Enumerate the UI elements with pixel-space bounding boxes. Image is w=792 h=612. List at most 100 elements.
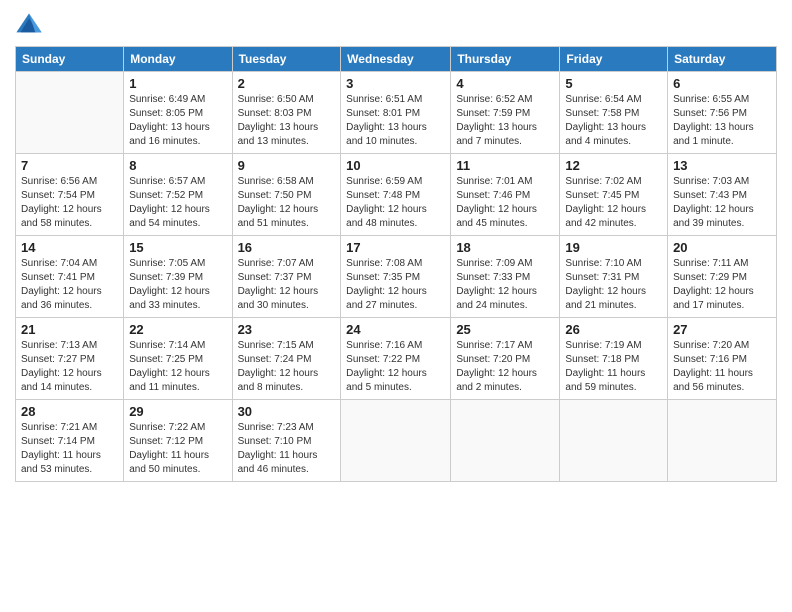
- day-cell: 10 Sunrise: 6:59 AMSunset: 7:48 PMDayligh…: [341, 154, 451, 236]
- logo-icon: [15, 10, 43, 38]
- day-number: 17: [346, 240, 445, 255]
- day-number: 27: [673, 322, 771, 337]
- day-info: Sunrise: 7:07 AMSunset: 7:37 PMDaylight:…: [238, 257, 336, 313]
- day-info: Sunrise: 7:05 AMSunset: 7:39 PMDaylight:…: [129, 257, 226, 313]
- week-row-3: 14Sunrise: 7:04 AMSunset: 7:41 PMDayligh…: [16, 236, 777, 318]
- day-info: Sunrise: 7:21 AMSunset: 7:14 PMDaylight:…: [21, 421, 118, 477]
- col-header-saturday: Saturday: [668, 47, 777, 72]
- day-number: 2: [238, 76, 336, 91]
- day-cell: 8 Sunrise: 6:57 AMSunset: 7:52 PMDaylight…: [124, 154, 232, 236]
- day-cell: 7 Sunrise: 6:56 AMSunset: 7:54 PMDaylight…: [16, 154, 124, 236]
- day-cell: 13Sunrise: 7:03 AMSunset: 7:43 PMDayligh…: [668, 154, 777, 236]
- day-number: 9: [238, 158, 336, 173]
- day-info: Sunrise: 6:58 AMSunset: 7:50 PMDaylight:…: [238, 175, 336, 231]
- day-cell: 4 Sunrise: 6:52 AMSunset: 7:59 PMDaylight…: [451, 72, 560, 154]
- header: [15, 10, 777, 38]
- day-info: Sunrise: 6:49 AMSunset: 8:05 PMDaylight:…: [129, 93, 226, 149]
- day-cell: [451, 400, 560, 482]
- day-cell: 27 Sunrise: 7:20 AMSunset: 7:16 PMDayligh…: [668, 318, 777, 400]
- day-cell: 24 Sunrise: 7:16 AMSunset: 7:22 PMDayligh…: [341, 318, 451, 400]
- day-number: 3: [346, 76, 445, 91]
- day-cell: 20 Sunrise: 7:11 AMSunset: 7:29 PMDayligh…: [668, 236, 777, 318]
- day-cell: 16 Sunrise: 7:07 AMSunset: 7:37 PMDayligh…: [232, 236, 341, 318]
- day-info: Sunrise: 7:11 AMSunset: 7:29 PMDaylight:…: [673, 257, 771, 313]
- col-header-friday: Friday: [560, 47, 668, 72]
- day-info: Sunrise: 7:19 AMSunset: 7:18 PMDaylight:…: [565, 339, 662, 395]
- day-cell: 5Sunrise: 6:54 AMSunset: 7:58 PMDaylight…: [560, 72, 668, 154]
- day-info: Sunrise: 6:56 AMSunset: 7:54 PMDaylight:…: [21, 175, 118, 231]
- day-cell: 6 Sunrise: 6:55 AMSunset: 7:56 PMDaylight…: [668, 72, 777, 154]
- day-number: 24: [346, 322, 445, 337]
- day-number: 1: [129, 76, 226, 91]
- day-cell: [341, 400, 451, 482]
- day-cell: 25Sunrise: 7:17 AMSunset: 7:20 PMDayligh…: [451, 318, 560, 400]
- day-number: 22: [129, 322, 226, 337]
- day-info: Sunrise: 7:04 AMSunset: 7:41 PMDaylight:…: [21, 257, 118, 313]
- day-info: Sunrise: 7:17 AMSunset: 7:20 PMDaylight:…: [456, 339, 554, 395]
- day-number: 23: [238, 322, 336, 337]
- day-cell: 2 Sunrise: 6:50 AMSunset: 8:03 PMDaylight…: [232, 72, 341, 154]
- col-header-tuesday: Tuesday: [232, 47, 341, 72]
- col-header-wednesday: Wednesday: [341, 47, 451, 72]
- day-cell: [16, 72, 124, 154]
- page: SundayMondayTuesdayWednesdayThursdayFrid…: [0, 0, 792, 612]
- day-cell: 18 Sunrise: 7:09 AMSunset: 7:33 PMDayligh…: [451, 236, 560, 318]
- day-number: 28: [21, 404, 118, 419]
- day-cell: 1 Sunrise: 6:49 AMSunset: 8:05 PMDaylight…: [124, 72, 232, 154]
- day-cell: 11 Sunrise: 7:01 AMSunset: 7:46 PMDayligh…: [451, 154, 560, 236]
- day-cell: 28 Sunrise: 7:21 AMSunset: 7:14 PMDayligh…: [16, 400, 124, 482]
- day-info: Sunrise: 7:08 AMSunset: 7:35 PMDaylight:…: [346, 257, 445, 313]
- day-number: 8: [129, 158, 226, 173]
- day-info: Sunrise: 6:52 AMSunset: 7:59 PMDaylight:…: [456, 93, 554, 149]
- week-row-5: 28 Sunrise: 7:21 AMSunset: 7:14 PMDayligh…: [16, 400, 777, 482]
- day-number: 30: [238, 404, 336, 419]
- week-row-2: 7 Sunrise: 6:56 AMSunset: 7:54 PMDaylight…: [16, 154, 777, 236]
- day-number: 7: [21, 158, 118, 173]
- day-info: Sunrise: 7:01 AMSunset: 7:46 PMDaylight:…: [456, 175, 554, 231]
- day-number: 6: [673, 76, 771, 91]
- day-info: Sunrise: 7:02 AMSunset: 7:45 PMDaylight:…: [565, 175, 662, 231]
- day-cell: 19 Sunrise: 7:10 AMSunset: 7:31 PMDayligh…: [560, 236, 668, 318]
- day-info: Sunrise: 7:09 AMSunset: 7:33 PMDaylight:…: [456, 257, 554, 313]
- day-info: Sunrise: 7:14 AMSunset: 7:25 PMDaylight:…: [129, 339, 226, 395]
- day-number: 5: [565, 76, 662, 91]
- day-number: 11: [456, 158, 554, 173]
- day-cell: 23 Sunrise: 7:15 AMSunset: 7:24 PMDayligh…: [232, 318, 341, 400]
- day-info: Sunrise: 7:22 AMSunset: 7:12 PMDaylight:…: [129, 421, 226, 477]
- day-number: 15: [129, 240, 226, 255]
- day-info: Sunrise: 7:20 AMSunset: 7:16 PMDaylight:…: [673, 339, 771, 395]
- day-number: 16: [238, 240, 336, 255]
- day-number: 12: [565, 158, 662, 173]
- day-info: Sunrise: 7:10 AMSunset: 7:31 PMDaylight:…: [565, 257, 662, 313]
- day-number: 26: [565, 322, 662, 337]
- day-info: Sunrise: 7:16 AMSunset: 7:22 PMDaylight:…: [346, 339, 445, 395]
- day-number: 19: [565, 240, 662, 255]
- day-number: 4: [456, 76, 554, 91]
- day-info: Sunrise: 6:57 AMSunset: 7:52 PMDaylight:…: [129, 175, 226, 231]
- day-cell: 21Sunrise: 7:13 AMSunset: 7:27 PMDayligh…: [16, 318, 124, 400]
- day-info: Sunrise: 6:51 AMSunset: 8:01 PMDaylight:…: [346, 93, 445, 149]
- col-header-monday: Monday: [124, 47, 232, 72]
- day-cell: 14Sunrise: 7:04 AMSunset: 7:41 PMDayligh…: [16, 236, 124, 318]
- calendar: SundayMondayTuesdayWednesdayThursdayFrid…: [15, 46, 777, 482]
- col-header-thursday: Thursday: [451, 47, 560, 72]
- week-row-4: 21Sunrise: 7:13 AMSunset: 7:27 PMDayligh…: [16, 318, 777, 400]
- day-info: Sunrise: 7:03 AMSunset: 7:43 PMDaylight:…: [673, 175, 771, 231]
- day-info: Sunrise: 6:50 AMSunset: 8:03 PMDaylight:…: [238, 93, 336, 149]
- day-info: Sunrise: 7:23 AMSunset: 7:10 PMDaylight:…: [238, 421, 336, 477]
- day-cell: [560, 400, 668, 482]
- day-info: Sunrise: 6:55 AMSunset: 7:56 PMDaylight:…: [673, 93, 771, 149]
- day-cell: 29 Sunrise: 7:22 AMSunset: 7:12 PMDayligh…: [124, 400, 232, 482]
- day-number: 21: [21, 322, 118, 337]
- day-cell: 15 Sunrise: 7:05 AMSunset: 7:39 PMDayligh…: [124, 236, 232, 318]
- day-number: 29: [129, 404, 226, 419]
- day-number: 20: [673, 240, 771, 255]
- day-cell: 9 Sunrise: 6:58 AMSunset: 7:50 PMDaylight…: [232, 154, 341, 236]
- day-number: 10: [346, 158, 445, 173]
- day-cell: 30 Sunrise: 7:23 AMSunset: 7:10 PMDayligh…: [232, 400, 341, 482]
- day-cell: 3 Sunrise: 6:51 AMSunset: 8:01 PMDaylight…: [341, 72, 451, 154]
- day-info: Sunrise: 7:15 AMSunset: 7:24 PMDaylight:…: [238, 339, 336, 395]
- day-info: Sunrise: 6:59 AMSunset: 7:48 PMDaylight:…: [346, 175, 445, 231]
- day-cell: 22 Sunrise: 7:14 AMSunset: 7:25 PMDayligh…: [124, 318, 232, 400]
- day-number: 18: [456, 240, 554, 255]
